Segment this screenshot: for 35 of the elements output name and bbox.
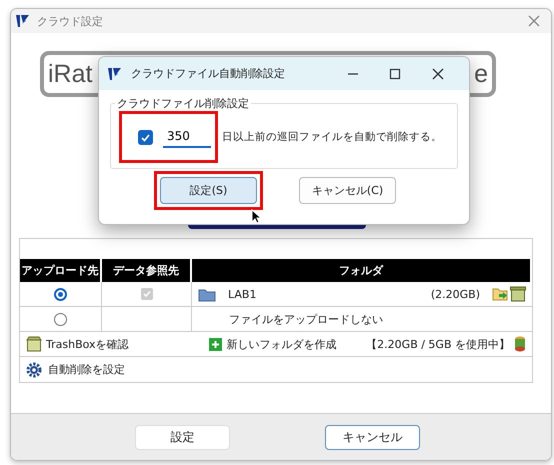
group-label: クラウドファイル削除設定 [116, 96, 250, 111]
maximize-icon[interactable] [389, 68, 401, 80]
folder-name: LAB1 [228, 288, 256, 300]
trash-box-icon[interactable] [26, 336, 42, 352]
window-title: クラウド設定 [37, 14, 104, 28]
folder-name: ファイルをアップロードしない [229, 312, 383, 326]
app-logo-icon [107, 66, 123, 82]
cancel-button[interactable]: キャンセル(C) [299, 177, 396, 204]
radio-button[interactable] [54, 288, 67, 300]
banner-text: iRat [48, 60, 92, 88]
check-icon [141, 132, 150, 142]
folder-size: (2.20GB) [430, 288, 480, 300]
folder-icon [198, 286, 216, 302]
set-button[interactable]: 設定 [135, 424, 230, 450]
close-icon[interactable] [431, 66, 445, 80]
description-text: 日以上前の巡回ファイルを自動で削除する。 [222, 130, 442, 144]
column-header: アップロード先 [20, 259, 102, 282]
column-header: データ参照先 [102, 259, 192, 282]
dialog-title: クラウドファイル自動削除設定 [131, 66, 286, 81]
gear-icon[interactable] [26, 362, 42, 378]
checkbox[interactable] [138, 130, 153, 144]
radio-button[interactable] [54, 312, 67, 326]
column-header: フォルダ [192, 259, 532, 282]
set-button[interactable]: 設定(S) [160, 177, 257, 204]
trashbox-link[interactable]: TrashBoxを確認 [46, 336, 129, 352]
new-folder-link[interactable]: 新しいフォルダを作成 [226, 336, 337, 352]
plus-icon[interactable] [208, 338, 222, 350]
auto-delete-link[interactable]: 自動削除を設定 [48, 362, 125, 377]
folder-arrow-icon[interactable] [492, 286, 508, 301]
banner-text: e [474, 60, 488, 88]
storage-usage: 【2.20GB / 5GB を使用中】 [366, 336, 510, 352]
trash-box-icon[interactable] [510, 286, 526, 302]
cancel-button[interactable]: キャンセル [325, 424, 420, 450]
database-icon [514, 336, 526, 352]
app-logo-icon [15, 13, 31, 29]
